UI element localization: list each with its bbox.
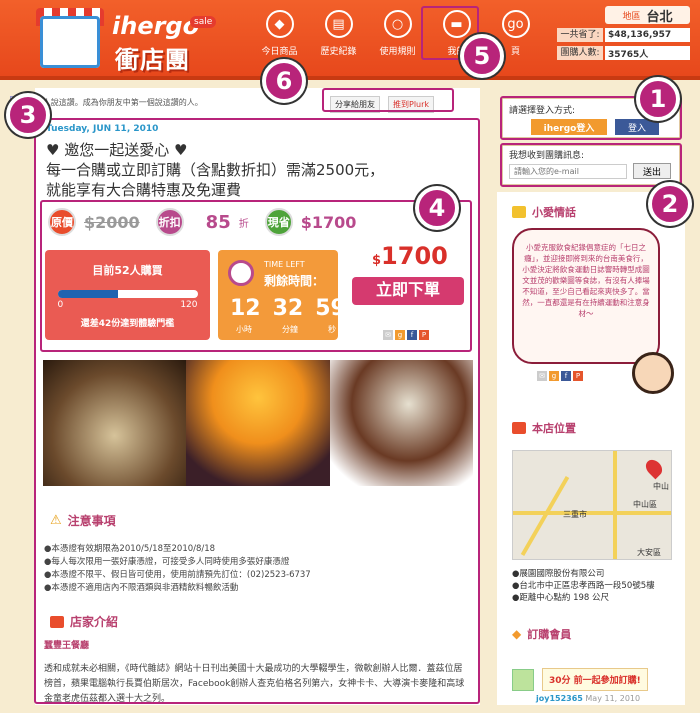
- story-bubble: 小愛克服飲食紀錄倡意症的「七日之癮」，並迎接即將到來的台南美食行，小愛決定將飲食…: [512, 228, 660, 364]
- site-header: ihergo sale 衝店團 ◆ 今日商品 ▤ 歷史紀錄 ○ 使用規則 ▬ 我的 go…: [0, 0, 700, 80]
- map-label: 大安區: [637, 548, 661, 557]
- stat-buyers: 35765人: [605, 46, 690, 60]
- book-icon: ▤: [324, 10, 353, 38]
- stat-saved: $48,136,957: [605, 28, 690, 42]
- stat-saved-label: 一共省了:: [557, 28, 603, 42]
- callout-marker-5: 5: [460, 34, 504, 78]
- speech-icon: [512, 206, 526, 218]
- region-selector[interactable]: 地區 台北: [605, 6, 690, 25]
- callout-marker-1: 1: [636, 77, 680, 121]
- callout-marker-3: 3: [6, 93, 50, 137]
- member-message: 30分 前一起參加訂購!: [542, 668, 648, 691]
- member-avatar: [512, 668, 534, 691]
- address-line: ●展園國際股份有限公司: [512, 569, 605, 579]
- map-road: [520, 476, 570, 556]
- go-share-icon[interactable]: g: [549, 371, 559, 381]
- logo-sale-badge: sale: [190, 16, 217, 28]
- member-heading: ◆ 訂購會員: [512, 627, 572, 641]
- map-label: 中山: [653, 482, 669, 491]
- callout-box-6: [322, 88, 454, 112]
- nav-today[interactable]: ◆ 今日商品: [250, 8, 309, 57]
- like-count-text: 94 人說這讚。成為你朋友中第一個說這讚的人。: [30, 98, 203, 107]
- map-road: [613, 451, 617, 559]
- map-label: 三重市: [563, 510, 587, 519]
- map-road: [513, 511, 671, 515]
- address-list: ●展園國際股份有限公司 ●台北市中正區忠孝西路一段50號5樓 ●距離中心點約 1…: [512, 568, 655, 604]
- logo-house-icon: [40, 16, 100, 68]
- callout-marker-4: 4: [415, 186, 459, 230]
- callout-box-4: [40, 200, 472, 352]
- callout-marker-6: 6: [262, 59, 306, 103]
- callout-box-2: [500, 143, 682, 187]
- member-meta: joy152365 May 11, 2010: [536, 694, 640, 703]
- search-icon: ○: [383, 10, 412, 38]
- location-map[interactable]: 中山 中山區 三重市 大安區: [512, 450, 672, 560]
- tag-icon: ◆: [265, 10, 294, 38]
- story-heading: 小愛情話: [512, 204, 576, 220]
- stat-buyers-label: 團購人數:: [557, 46, 603, 60]
- nav-rules[interactable]: ○ 使用規則: [368, 8, 427, 57]
- logo-chinese: 衝店團: [115, 46, 190, 74]
- email-icon[interactable]: ✉: [537, 371, 547, 381]
- shop-icon: [512, 422, 526, 434]
- tag-icon: ◆: [512, 627, 522, 641]
- go-icon: go: [501, 10, 530, 38]
- map-label: 中山區: [633, 500, 657, 509]
- map-pin-icon: [642, 456, 666, 480]
- member-date: May 11, 2010: [585, 694, 641, 703]
- address-line: ●台北市中正區忠孝西路一段50號5樓: [512, 581, 655, 591]
- address-line: ●距離中心點約 198 公尺: [512, 593, 610, 603]
- location-heading: 本店位置: [512, 420, 576, 436]
- plurk-icon[interactable]: P: [573, 371, 583, 381]
- member-username[interactable]: joy152365: [536, 694, 583, 703]
- site-logo[interactable]: ihergo sale 衝店團: [36, 8, 220, 74]
- facebook-icon[interactable]: f: [561, 371, 571, 381]
- girl-avatar: [632, 352, 674, 394]
- nav-history[interactable]: ▤ 歷史紀錄: [309, 8, 368, 57]
- story-share-icons: ✉ g f P: [537, 371, 583, 381]
- callout-marker-2: 2: [648, 182, 692, 226]
- header-stats: 地區 台北 $48,136,957 35765人: [605, 6, 690, 60]
- logo-text: ihergo: [112, 12, 200, 40]
- member-entry: 30分 前一起參加訂購!: [512, 668, 672, 691]
